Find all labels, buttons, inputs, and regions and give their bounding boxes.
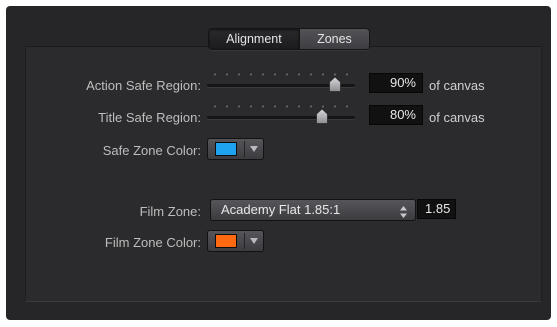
chevron-down-icon[interactable] [250, 145, 260, 153]
slider-track [207, 116, 355, 119]
action-safe-suffix: of canvas [429, 78, 485, 93]
title-safe-suffix: of canvas [429, 110, 485, 125]
tab-zones[interactable]: Zones [299, 29, 369, 49]
safe-zone-color-well[interactable] [207, 138, 264, 160]
slider-thumb[interactable] [315, 109, 328, 124]
tab-segmented-control: Alignment Zones [208, 28, 370, 50]
title-safe-label: Title Safe Region: [98, 110, 201, 125]
up-down-arrows-icon [400, 204, 407, 224]
tab-alignment[interactable]: Alignment [209, 29, 300, 49]
film-zone-ratio-field[interactable]: 1.85 [417, 199, 456, 219]
divider [244, 233, 245, 249]
title-safe-value-field[interactable]: 80% [369, 105, 423, 125]
action-safe-label: Action Safe Region: [86, 78, 201, 93]
action-safe-value-field[interactable]: 90% [369, 73, 423, 93]
color-swatch [215, 234, 237, 248]
color-swatch [215, 142, 237, 156]
safe-zone-color-label: Safe Zone Color: [102, 143, 201, 158]
film-zone-selected: Academy Flat 1.85:1 [221, 202, 341, 217]
film-zone-label: Film Zone: [139, 204, 201, 219]
film-zone-color-well[interactable] [207, 230, 264, 252]
divider [244, 141, 245, 157]
film-zone-popup[interactable]: Academy Flat 1.85:1 [210, 199, 416, 221]
chevron-down-icon[interactable] [250, 237, 260, 245]
slider-thumb[interactable] [329, 77, 342, 92]
slider-ticks [209, 73, 353, 76]
film-zone-color-label: Film Zone Color: [104, 235, 201, 250]
action-safe-slider[interactable] [207, 73, 355, 93]
inspector-window: Alignment Zones Action Safe Region: 90% … [6, 6, 551, 320]
slider-ticks [209, 105, 353, 108]
title-safe-slider[interactable] [207, 105, 355, 125]
